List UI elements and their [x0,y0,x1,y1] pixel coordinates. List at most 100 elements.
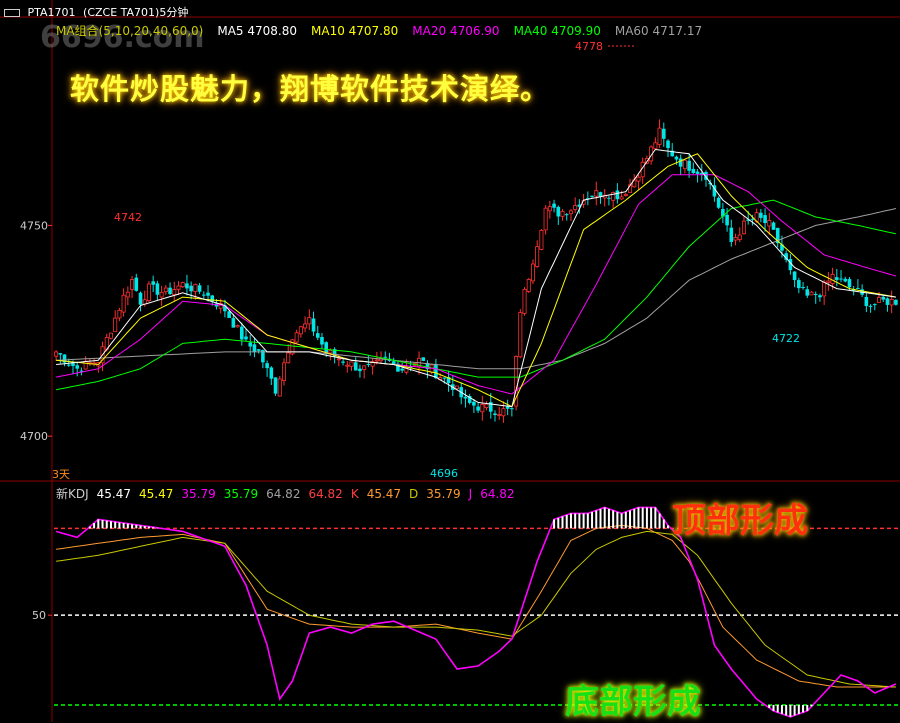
ma-legend-item-0: MA组合(5,10,20,40,60,0) [56,24,204,38]
candle-body [366,364,371,366]
candle-body [657,127,662,145]
candle-body [636,176,641,182]
candle-body [252,344,257,352]
candle-body [155,283,160,295]
candle-body [510,408,514,410]
candle-body [522,288,527,314]
ma-legend: MA组合(5,10,20,40,60,0) MA5 4708.80 MA10 470… [56,22,716,39]
candle-body [594,190,599,197]
candle-body [733,237,738,241]
kdj-legend-item-4: 35.79 [223,487,259,501]
candle-body [400,368,404,371]
candle-body [273,377,278,394]
candle-body [362,365,367,370]
kdj-legend-item-0: 新KDJ [56,487,89,501]
candle-body [505,406,510,409]
candle-body [843,278,848,282]
candle-body [286,352,291,364]
label-low-4722: 4722 [772,332,800,345]
candle-body [539,230,544,250]
candle-body [493,413,497,416]
candle-body [835,277,839,280]
candle-body [328,349,333,354]
candle-body [358,368,362,372]
candle-body [303,323,308,329]
candle-body [353,362,358,371]
kdj-legend-item-1: 45.47 [96,487,132,501]
price-chart: 4700 4750 50 4742 4778 4696 4722 [0,0,900,722]
ma-legend-item-4: MA40 4709.90 [513,24,601,38]
candle-body [847,279,852,288]
candle-body [741,220,746,235]
candle-body [476,406,480,411]
candle-body [281,362,286,381]
kdj-legend-item-11: J [468,487,473,501]
candle-body [564,214,569,216]
ma-legend-item-1: MA5 4708.80 [217,24,297,38]
kdj-legend-item-3: 35.79 [181,487,216,501]
window-icon[interactable] [4,9,20,17]
top-formation-label: 顶部形成 [672,501,808,541]
candle-body [666,140,670,149]
candle-body [442,377,447,379]
candle-body [801,287,805,289]
candle-body [117,309,122,319]
candle-body [568,210,573,215]
kdj-legend-item-9: D [409,487,419,501]
symbol-code: (CZCE TA701)5分钟 [83,6,189,19]
candle-body [725,214,729,226]
candle-body [66,364,71,366]
candle-body [294,332,299,343]
candle-body [518,312,523,358]
candle-body [678,158,683,167]
candle-body [307,317,312,325]
candle-body [813,293,818,295]
kdj-k-line [56,524,896,688]
candle-body [889,299,894,306]
candle-body [159,291,164,298]
candle-body [607,197,611,199]
candle-body [729,227,734,242]
candle-body [265,363,269,369]
bottom-formation-label: 底部形成 [565,682,701,722]
candle-body [320,337,324,345]
candle-body [455,385,460,390]
price-tick-label-0: 4700 [20,430,48,443]
candle-body [172,289,177,296]
candle-body [336,358,341,361]
candle-body [383,356,388,358]
candle-body [771,222,776,230]
candle-body [269,367,274,379]
candle-body [885,298,890,305]
candle-body [530,263,535,282]
candle-body [839,278,843,280]
kdj-legend-item-5: 64.82 [266,487,301,501]
candle-body [227,311,231,319]
candle-body [374,359,379,362]
candle-body [315,333,320,338]
candle-body [682,159,687,170]
candle-body [856,288,860,290]
label-high-4778: 4778 [575,40,603,53]
price-tick-label-1: 4750 [20,219,48,232]
chart-header: PTA1701 (CZCE TA701)5分钟 [4,4,188,20]
candle-body [674,156,679,160]
candle-body [864,296,869,306]
candle-body [83,360,88,370]
label-high-4742: 4742 [114,211,142,224]
candle-body [235,325,240,328]
candle-body [176,285,181,290]
symbol-name: PTA1701 [27,6,76,19]
candle-body [661,128,666,139]
ma-legend-item-3: MA20 4706.90 [412,24,500,38]
candle-body [497,414,502,416]
candle-body [877,297,882,303]
candle-body [113,317,118,333]
candle-body [691,168,696,174]
candle-body [185,283,189,289]
candle-body [750,218,755,220]
kdj-legend-item-10: 35.79 [426,487,461,501]
candle-body [311,318,316,332]
candle-body [543,207,548,231]
candle-body [501,408,506,417]
